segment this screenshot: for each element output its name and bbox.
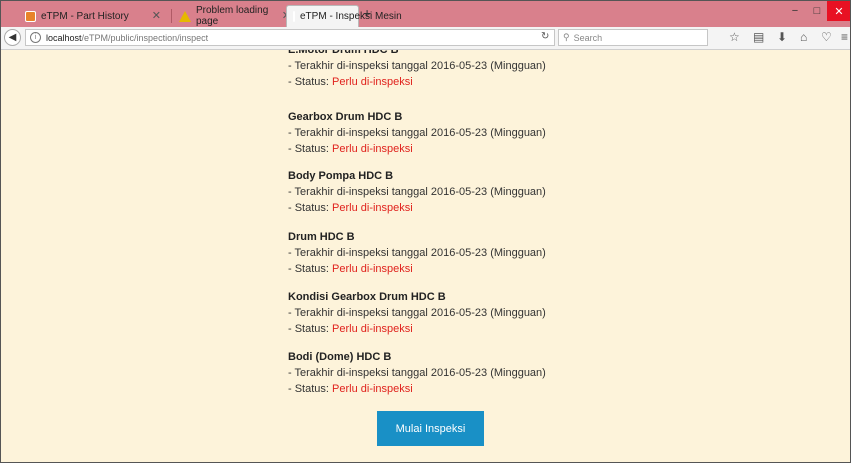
info-icon[interactable]: i [30, 32, 41, 43]
status-value: Perlu di-inspeksi [332, 143, 413, 155]
item-last-inspected: - Terakhir di-inspeksi tanggal 2016-05-2… [288, 247, 546, 259]
tab-label: eTPM - Part History [41, 10, 129, 22]
maximize-button[interactable]: □ [805, 1, 829, 21]
inspection-item: Drum HDC B - Terakhir di-inspeksi tangga… [288, 229, 546, 277]
menu-icon[interactable]: ≡ [841, 30, 848, 44]
home-icon[interactable]: ⌂ [800, 30, 807, 44]
tab-label: Problem loading page [196, 5, 269, 27]
tab-part-history[interactable]: eTPM - Part History ✕ [19, 5, 169, 27]
page-content: E.Motor Drum HDC B - Terakhir di-inspeks… [1, 50, 850, 462]
url-path: /eTPM/public/inspection/inspect [81, 32, 209, 43]
status-value: Perlu di-inspeksi [332, 263, 413, 275]
item-name: Drum HDC B [288, 231, 355, 243]
reload-icon[interactable]: ↻ [541, 31, 549, 42]
search-input[interactable]: ⚲ Search [558, 29, 708, 46]
inspection-item: Bodi (Dome) HDC B - Terakhir di-inspeksi… [288, 349, 546, 397]
new-tab-button[interactable]: + [363, 5, 371, 21]
inspection-item: E.Motor Drum HDC B - Terakhir di-inspeks… [288, 50, 546, 90]
item-name: Body Pompa HDC B [288, 170, 394, 182]
status-value: Perlu di-inspeksi [332, 383, 413, 395]
item-status: - Status: Perlu di-inspeksi [288, 74, 546, 90]
status-label: - Status: [288, 202, 333, 214]
status-value: Perlu di-inspeksi [332, 202, 413, 214]
etpm-favicon-icon [25, 10, 36, 22]
pocket-icon[interactable]: ♡ [821, 30, 832, 44]
item-status: - Status: Perlu di-inspeksi [288, 321, 546, 337]
tab-separator [171, 9, 172, 23]
inspection-item: Gearbox Drum HDC B - Terakhir di-inspeks… [288, 109, 546, 157]
tab-problem-loading[interactable]: Problem loading page ✕ [173, 5, 291, 27]
window-close-button[interactable]: ✕ [827, 1, 850, 21]
close-icon[interactable]: ✕ [152, 9, 161, 22]
item-last-inspected: - Terakhir di-inspeksi tanggal 2016-05-2… [288, 127, 546, 139]
tab-inspeksi-mesin[interactable]: eTPM - Inspeksi Mesin [286, 5, 402, 27]
download-icon[interactable]: ⬇ [777, 30, 787, 44]
status-value: Perlu di-inspeksi [332, 76, 413, 88]
item-last-inspected: - Terakhir di-inspeksi tanggal 2016-05-2… [288, 367, 546, 379]
item-name: E.Motor Drum HDC B [288, 50, 399, 56]
status-label: - Status: [288, 76, 333, 88]
back-arrow-icon[interactable]: ◀ [4, 29, 21, 46]
status-label: - Status: [288, 263, 333, 275]
tab-label: eTPM - Inspeksi Mesin [300, 11, 402, 22]
item-last-inspected: - Terakhir di-inspeksi tanggal 2016-05-2… [288, 60, 546, 72]
nav-bar: ◀ i localhost /eTPM/public/inspection/in… [1, 27, 850, 50]
item-status: - Status: Perlu di-inspeksi [288, 200, 546, 216]
status-label: - Status: [288, 383, 333, 395]
status-label: - Status: [288, 323, 333, 335]
inspection-item: Body Pompa HDC B - Terakhir di-inspeksi … [288, 168, 546, 216]
tab-bar: eTPM - Part History ✕ Problem loading pa… [1, 1, 850, 27]
bookmark-star-icon[interactable]: ☆ [729, 30, 740, 44]
status-value: Perlu di-inspeksi [332, 323, 413, 335]
browser-window: eTPM - Part History ✕ Problem loading pa… [0, 0, 851, 463]
item-last-inspected: - Terakhir di-inspeksi tanggal 2016-05-2… [288, 307, 546, 319]
status-label: - Status: [288, 143, 333, 155]
warning-icon [179, 10, 191, 22]
item-status: - Status: Perlu di-inspeksi [288, 381, 546, 397]
inspection-item: Kondisi Gearbox Drum HDC B - Terakhir di… [288, 289, 546, 337]
item-status: - Status: Perlu di-inspeksi [288, 141, 546, 157]
search-icon: ⚲ [563, 32, 570, 42]
minimize-button[interactable]: − [783, 1, 807, 21]
search-placeholder: Search [573, 32, 603, 43]
item-name: Gearbox Drum HDC B [288, 111, 403, 123]
url-host: localhost [46, 32, 82, 43]
start-inspection-button[interactable]: Mulai Inspeksi [377, 411, 484, 446]
item-last-inspected: - Terakhir di-inspeksi tanggal 2016-05-2… [288, 186, 546, 198]
item-name: Bodi (Dome) HDC B [288, 351, 392, 363]
url-bar[interactable]: i localhost /eTPM/public/inspection/insp… [25, 29, 555, 46]
reader-view-icon[interactable]: ▤ [753, 30, 764, 44]
item-name: Kondisi Gearbox Drum HDC B [288, 291, 446, 303]
item-status: - Status: Perlu di-inspeksi [288, 261, 546, 277]
etpm-favicon-icon [293, 11, 295, 22]
